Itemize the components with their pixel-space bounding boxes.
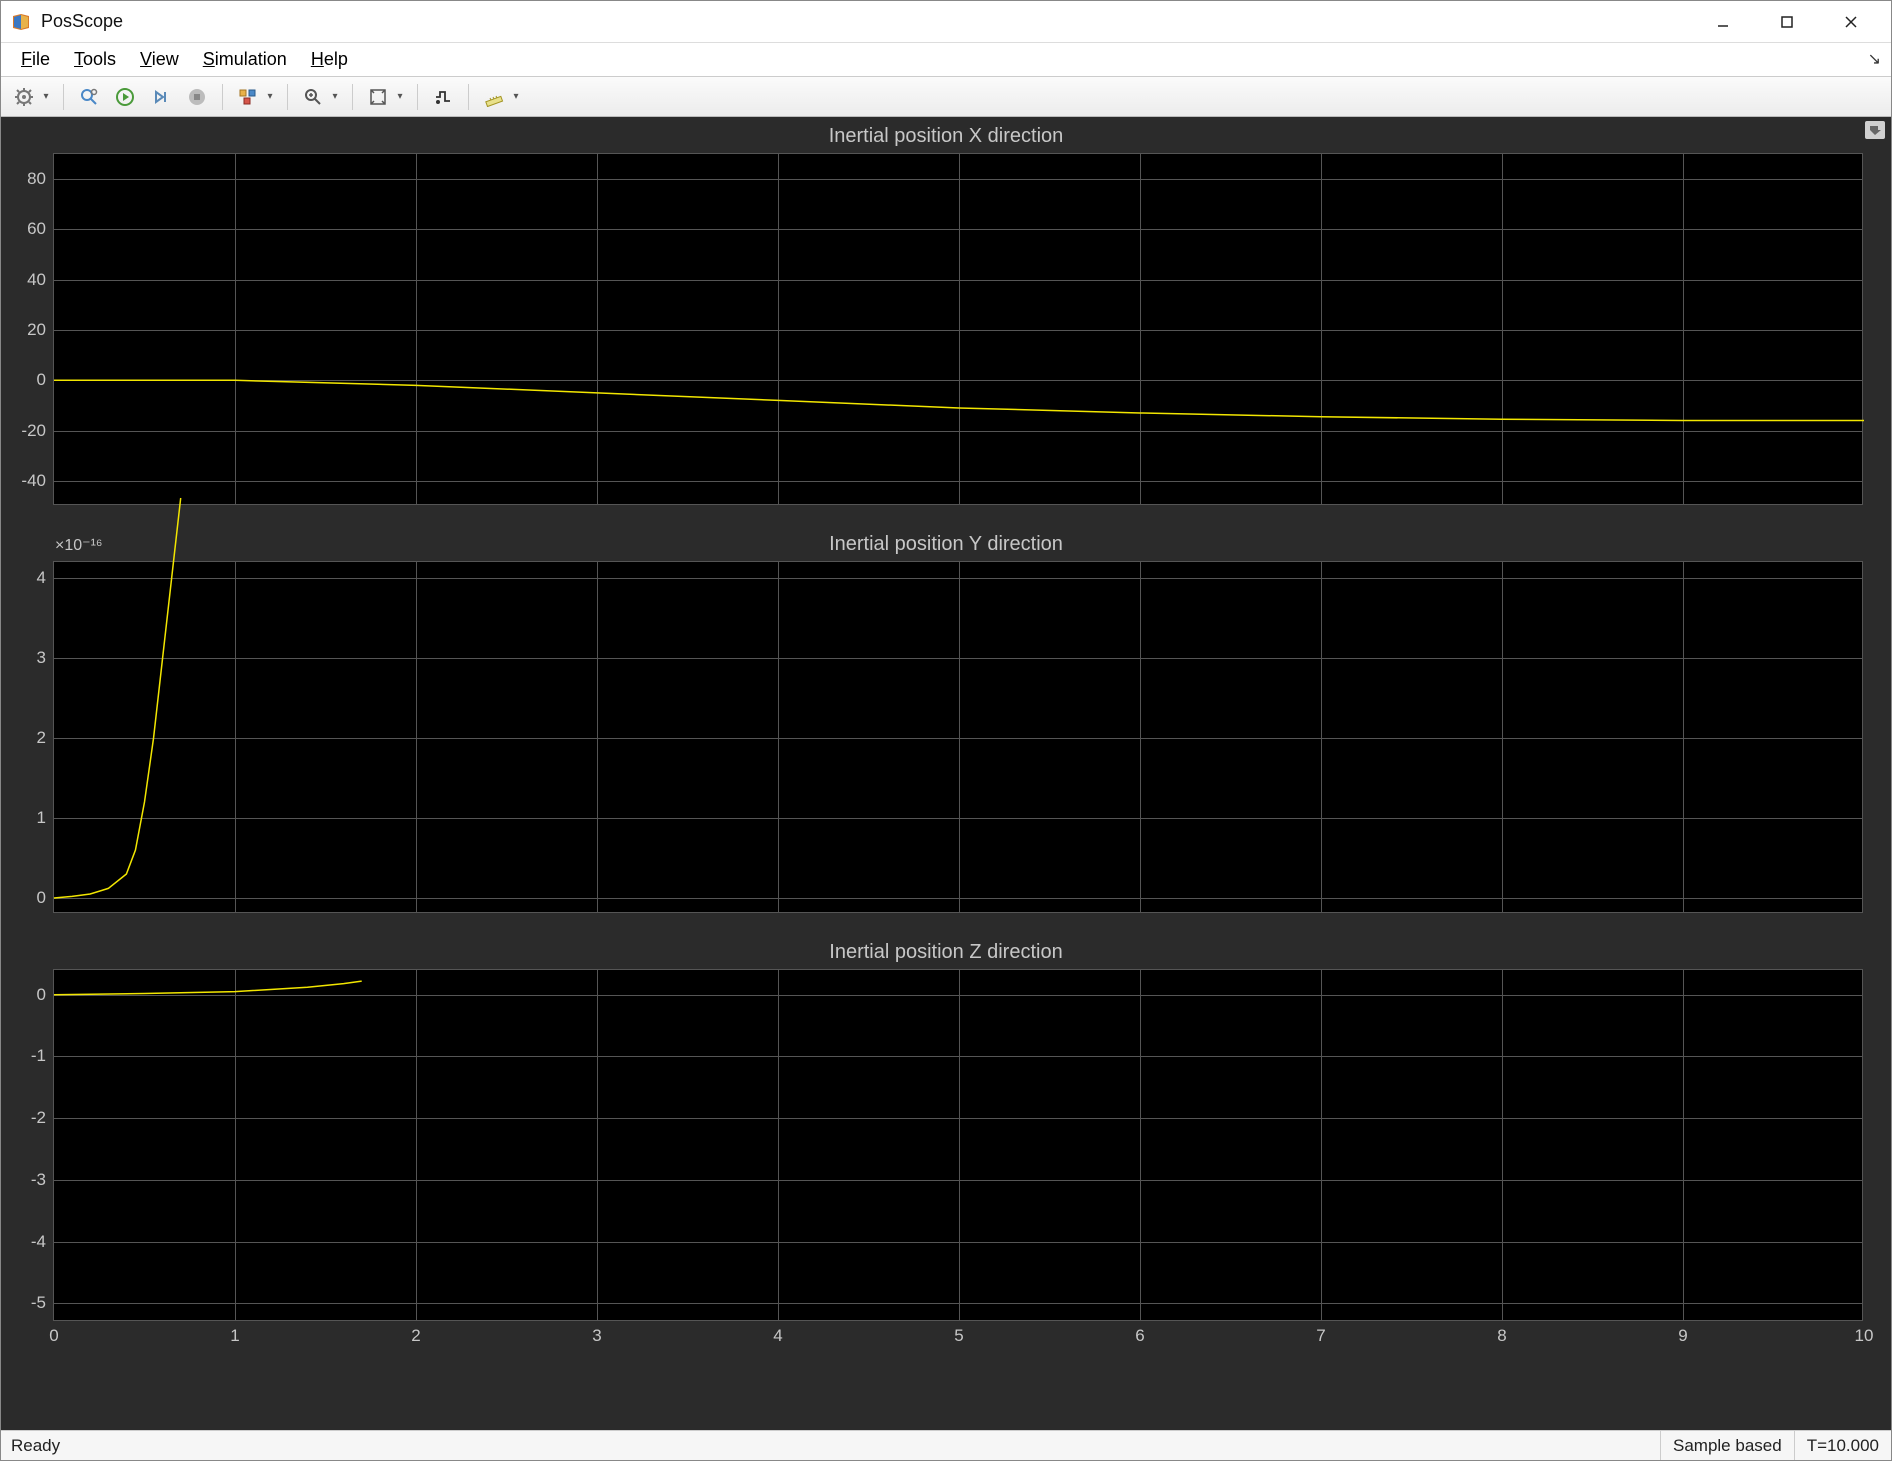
signal-trace bbox=[54, 154, 1862, 504]
configure-button[interactable]: ▾ bbox=[9, 82, 53, 112]
menu-file[interactable]: File bbox=[9, 45, 62, 74]
x-tick-label: 9 bbox=[1678, 1320, 1687, 1346]
chevron-down-icon: ▾ bbox=[393, 91, 407, 102]
y-tick-label: 0 bbox=[37, 888, 54, 908]
toolbar-separator bbox=[352, 84, 353, 110]
autoscale-button[interactable]: ▾ bbox=[363, 82, 407, 112]
signal-trace bbox=[54, 562, 1862, 912]
y-tick-label: -5 bbox=[31, 1293, 54, 1313]
y-tick-label: 2 bbox=[37, 728, 54, 748]
x-tick-label: 6 bbox=[1135, 1320, 1144, 1346]
y-tick-label: 4 bbox=[37, 568, 54, 588]
dock-arrow-icon[interactable]: ↘ bbox=[1868, 49, 1881, 69]
zoom-button[interactable]: ▾ bbox=[298, 82, 342, 112]
status-bar: Ready Sample based T=10.000 bbox=[1, 1430, 1891, 1460]
gear-icon bbox=[9, 82, 39, 112]
ruler-icon bbox=[479, 82, 509, 112]
menu-bar: File Tools View Simulation Help ↘ bbox=[1, 43, 1891, 77]
y-tick-label: -40 bbox=[21, 471, 54, 491]
autoscale-icon bbox=[363, 82, 393, 112]
signal-trace bbox=[54, 970, 1862, 1320]
y-tick-label: -1 bbox=[31, 1046, 54, 1066]
x-tick-label: 2 bbox=[411, 1320, 420, 1346]
highlight-block-button[interactable]: ▾ bbox=[233, 82, 277, 112]
y-tick-label: 0 bbox=[37, 985, 54, 1005]
close-button[interactable] bbox=[1819, 1, 1883, 43]
axis-exponent: ×10⁻¹⁶ bbox=[55, 535, 103, 555]
window-title: PosScope bbox=[41, 11, 123, 32]
chevron-down-icon: ▾ bbox=[328, 91, 342, 102]
y-tick-label: 3 bbox=[37, 648, 54, 668]
chevron-down-icon: ▾ bbox=[39, 91, 53, 102]
find-signal-button[interactable] bbox=[74, 82, 104, 112]
status-ready: Ready bbox=[1, 1436, 1660, 1456]
y-tick-label: 40 bbox=[27, 270, 54, 290]
menu-simulation[interactable]: Simulation bbox=[191, 45, 299, 74]
chart-title: Inertial position Y direction bbox=[1, 533, 1891, 556]
x-tick-label: 0 bbox=[49, 1320, 58, 1346]
minimize-button[interactable] bbox=[1691, 1, 1755, 43]
x-tick-label: 8 bbox=[1497, 1320, 1506, 1346]
chart-axes[interactable]: -40-20020406080 bbox=[53, 153, 1863, 505]
y-tick-label: -3 bbox=[31, 1170, 54, 1190]
y-tick-label: 20 bbox=[27, 320, 54, 340]
title-bar: PosScope bbox=[1, 1, 1891, 43]
y-tick-label: 1 bbox=[37, 808, 54, 828]
toolbar-separator bbox=[417, 84, 418, 110]
step-forward-button[interactable] bbox=[146, 82, 176, 112]
y-tick-label: -2 bbox=[31, 1108, 54, 1128]
toolbar-separator bbox=[287, 84, 288, 110]
chart-title: Inertial position Z direction bbox=[1, 941, 1891, 964]
status-time: T=10.000 bbox=[1794, 1431, 1891, 1460]
zoom-icon bbox=[298, 82, 328, 112]
status-sample: Sample based bbox=[1660, 1431, 1794, 1460]
chart-axes[interactable]: 012345678910-5-4-3-2-10 bbox=[53, 969, 1863, 1321]
x-tick-label: 4 bbox=[773, 1320, 782, 1346]
x-tick-label: 1 bbox=[230, 1320, 239, 1346]
y-tick-label: 80 bbox=[27, 169, 54, 189]
signal-selector-button[interactable] bbox=[428, 82, 458, 112]
measurements-button[interactable]: ▾ bbox=[479, 82, 523, 112]
y-tick-label: 0 bbox=[37, 370, 54, 390]
menu-tools[interactable]: Tools bbox=[62, 45, 128, 74]
blocks-icon bbox=[233, 82, 263, 112]
x-tick-label: 7 bbox=[1316, 1320, 1325, 1346]
toolbar: ▾ ▾ ▾ ▾ ▾ bbox=[1, 77, 1891, 117]
app-icon bbox=[9, 10, 33, 34]
chart-axes[interactable]: 01234 bbox=[53, 561, 1863, 913]
toolbar-separator bbox=[222, 84, 223, 110]
y-tick-label: -20 bbox=[21, 421, 54, 441]
y-tick-label: 60 bbox=[27, 219, 54, 239]
toolbar-separator bbox=[63, 84, 64, 110]
y-tick-label: -4 bbox=[31, 1232, 54, 1252]
chevron-down-icon: ▾ bbox=[263, 91, 277, 102]
menu-help[interactable]: Help bbox=[299, 45, 360, 74]
x-tick-label: 3 bbox=[592, 1320, 601, 1346]
chart-title: Inertial position X direction bbox=[1, 125, 1891, 148]
chevron-down-icon: ▾ bbox=[509, 91, 523, 102]
stop-button[interactable] bbox=[182, 82, 212, 112]
maximize-button[interactable] bbox=[1755, 1, 1819, 43]
plot-panel[interactable]: Inertial position X direction-40-2002040… bbox=[1, 117, 1891, 1430]
menu-view[interactable]: View bbox=[128, 45, 191, 74]
x-tick-label: 10 bbox=[1855, 1320, 1874, 1346]
run-button[interactable] bbox=[110, 82, 140, 112]
x-tick-label: 5 bbox=[954, 1320, 963, 1346]
toolbar-separator bbox=[468, 84, 469, 110]
